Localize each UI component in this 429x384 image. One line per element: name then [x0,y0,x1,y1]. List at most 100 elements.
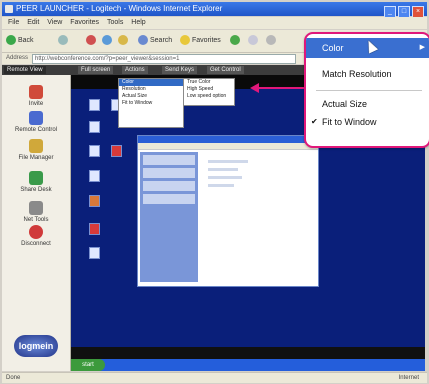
tab-remote-view[interactable]: Remote View [4,66,46,74]
menu-item-resolution[interactable]: Resolution [119,86,183,93]
desktop-icon[interactable] [89,121,100,133]
media-icon [230,35,240,46]
sidebar-item-label: Invite [28,101,44,107]
favorites-label: Favorites [192,37,221,44]
search-button[interactable]: Search [138,34,172,48]
sidebar-item-file-manager[interactable]: File Manager [2,139,70,161]
disconnect-icon [29,225,43,239]
callout-item-match-resolution[interactable]: Match Resolution [306,64,429,84]
refresh-button[interactable] [102,34,114,48]
desktop-icon[interactable] [89,223,100,235]
star-icon [180,35,190,46]
forward-arrow-icon [58,35,68,46]
tab-send-keys[interactable]: Send Keys [162,66,198,74]
explorer-task-pane [140,152,198,282]
menu-file[interactable]: File [8,19,19,26]
favorites-button[interactable]: Favorites [180,34,221,48]
tab-get-control[interactable]: Get Control [207,66,244,74]
refresh-icon [102,35,112,46]
callout-item-label: Color [322,43,344,53]
remote-bottom-bar [71,347,425,359]
menu-separator [316,90,422,91]
explorer-title-bar [138,136,318,143]
explorer-content-line [208,184,234,187]
explorer-content-line [208,160,248,163]
stop-button[interactable] [86,34,98,48]
callout-item-fit-to-window[interactable]: ✔ Fit to Window [306,112,429,132]
status-text: Done [6,375,21,381]
callout-item-label: Actual Size [322,99,368,109]
callout-item-actual-size[interactable]: Actual Size [306,94,429,114]
share-icon [29,171,43,185]
search-icon [138,35,148,46]
remote-control-icon [29,111,43,125]
remote-explorer-window[interactable] [137,135,319,287]
view-menu-dropdown: Color Resolution Actual Size Fit to Wind… [118,78,184,128]
sidebar-item-label: Share Desk [20,187,52,193]
submenu-item-low-speed[interactable]: Low speed option [184,93,234,100]
search-label: Search [150,37,173,44]
menu-item-actual-size[interactable]: Actual Size [119,93,183,100]
callout-item-label: Fit to Window [322,117,377,127]
menu-edit[interactable]: Edit [27,19,39,26]
desktop-icon[interactable] [89,99,100,111]
checkmark-icon: ✔ [311,117,318,126]
desktop-icon[interactable] [89,195,100,207]
start-button[interactable]: start [71,359,105,371]
desktop-icon[interactable] [111,145,122,157]
sidebar-item-share-desk[interactable]: Share Desk [2,171,70,193]
back-button[interactable]: Back [6,34,34,48]
explorer-content-line [208,176,242,179]
desktop-icon[interactable] [89,170,100,182]
tab-full-screen[interactable]: Full screen [78,66,114,74]
invite-icon [29,85,43,99]
menu-item-fit-to-window[interactable]: Fit to Window [119,100,183,107]
callout-arrow-icon [250,83,259,93]
color-submenu: True Color High Speed Low speed option [183,78,235,106]
sidebar-item-label: File Manager [18,155,54,161]
tab-actions[interactable]: Actions [122,66,148,74]
sidebar-item-label: Disconnect [21,241,51,247]
home-button[interactable] [118,34,130,48]
submenu-item-true-color[interactable]: True Color [184,79,234,86]
address-input[interactable]: http://webconference.com/?p=peer_viewer&… [32,54,296,64]
sidebar-item-disconnect[interactable]: Disconnect [2,225,70,247]
status-zone: Internet [398,375,419,381]
sidebar-item-net-tools[interactable]: Net Tools [2,201,70,223]
status-bar: Done Internet [2,372,427,383]
desktop-icon[interactable] [89,145,100,157]
mail-icon [248,35,258,46]
menu-bar: File Edit View Favorites Tools Help [2,17,427,29]
title-bar: PEER LAUNCHER - Logitech - Windows Inter… [2,2,427,18]
menu-item-color[interactable]: Color [119,79,183,86]
address-label: Address [6,55,29,61]
window-title: PEER LAUNCHER - Logitech - Windows Inter… [16,4,223,13]
tools-icon [29,201,43,215]
menu-help[interactable]: Help [131,19,145,26]
callout-item-label: Match Resolution [322,69,392,79]
sidebar-item-invite[interactable]: Invite [2,85,70,107]
logmein-logo: logmein [14,335,58,357]
browser-icon [5,5,13,13]
sidebar-item-remote-control[interactable]: Remote Control [2,111,70,133]
sidebar-item-label: Net Tools [23,217,49,223]
print-button[interactable] [266,34,278,48]
callout-pointer-line [258,87,306,89]
menu-tools[interactable]: Tools [107,19,123,26]
forward-button[interactable] [58,34,70,48]
back-arrow-icon [6,35,16,46]
desktop-icon[interactable] [89,247,100,259]
remote-taskbar: start [71,359,425,371]
sidebar-item-label: Remote Control [14,127,58,133]
folder-icon [29,139,43,153]
mail-button[interactable] [248,34,260,48]
submenu-item-high-speed[interactable]: High Speed [184,86,234,93]
explorer-toolbar [138,143,318,150]
media-button[interactable] [230,34,242,48]
back-label: Back [18,37,34,44]
home-icon [118,35,128,46]
menu-favorites[interactable]: Favorites [70,19,99,26]
browser-window: PEER LAUNCHER - Logitech - Windows Inter… [0,0,429,384]
menu-view[interactable]: View [47,19,62,26]
explorer-content-line [208,168,238,171]
